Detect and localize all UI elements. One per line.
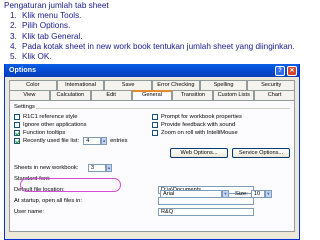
checkbox-box[interactable] <box>152 114 158 120</box>
username-row: User name: R&Q <box>14 206 290 217</box>
default-location-label: Default file location: <box>14 186 65 193</box>
username-label: User name: <box>14 208 44 215</box>
prompt-properties-checkbox[interactable]: Prompt for workbook properties <box>152 113 290 121</box>
standard-font-label: Standard font: <box>14 175 51 182</box>
instructions-heading: Pengaturan jumlah tab sheet <box>4 1 109 10</box>
recent-files-stepper[interactable]: 4 ▲ <box>83 137 108 145</box>
tab-error-checking[interactable]: Error Checking <box>152 80 200 90</box>
r1c1-checkbox[interactable]: R1C1 reference style <box>14 113 152 121</box>
tab-international[interactable]: International <box>56 80 105 90</box>
instructions: Pengaturan jumlah tab sheet 1. Klik menu … <box>4 1 320 62</box>
tab-spelling[interactable]: Spelling <box>199 80 248 90</box>
checkbox-box[interactable] <box>152 122 158 128</box>
recent-files-input[interactable]: 4 <box>83 137 102 145</box>
settings-left-column: R1C1 reference style Ignore other applic… <box>14 113 152 145</box>
chevron-down-icon[interactable]: ▼ <box>264 190 272 198</box>
tab-view[interactable]: View <box>9 90 50 100</box>
chevron-down-icon[interactable]: ▼ <box>222 190 229 198</box>
tab-security[interactable]: Security <box>247 80 296 90</box>
instruction-step: 2. Pilih Options. <box>10 21 71 31</box>
standard-font-select[interactable]: Arial ▼ <box>160 190 229 198</box>
recent-files-checkbox[interactable]: Recently used file list: 4 ▲ entries <box>14 137 152 145</box>
standard-font-value[interactable]: Arial <box>160 190 222 198</box>
checkbox-box-checked[interactable] <box>14 138 20 144</box>
settings-divider <box>36 108 290 109</box>
ignore-apps-checkbox[interactable]: Ignore other applications <box>14 121 152 129</box>
tab-color[interactable]: Color <box>9 80 57 90</box>
help-icon[interactable]: ? <box>275 65 285 76</box>
size-label: Size: <box>235 191 248 197</box>
size-select[interactable]: 10 ▼ <box>250 190 272 198</box>
function-tooltips-checkbox[interactable]: Function tooltips <box>14 129 152 137</box>
tab-chart[interactable]: Chart <box>254 90 296 100</box>
tab-custom-lists[interactable]: Custom Lists <box>213 90 255 100</box>
checkbox-box[interactable] <box>14 122 20 128</box>
close-icon[interactable]: ✕ <box>287 65 297 76</box>
options-buttons: Web Options... Service Options... <box>14 148 290 158</box>
sheets-input[interactable]: 3 <box>88 163 106 172</box>
checkbox-box-checked[interactable] <box>14 130 20 136</box>
username-input[interactable]: R&Q <box>158 207 254 216</box>
font-controls: Arial ▼ Size: 10 ▼ <box>160 190 272 198</box>
zoom-intellimouse-checkbox[interactable]: Zoom on roll with IntelliMouse <box>152 129 290 137</box>
instruction-step: 4. Pada kotak sheet in new work book tent… <box>10 41 295 51</box>
tab-edit[interactable]: Edit <box>90 90 132 100</box>
general-panel: Settings R1C1 reference style Ignore oth… <box>9 100 295 232</box>
tab-strip: Color International Save Error Checking … <box>5 77 299 100</box>
entries-label: entries <box>110 138 128 144</box>
instruction-step: 3. Klik tab General. <box>10 31 83 41</box>
dialog-titlebar[interactable]: Options ? ✕ <box>5 64 299 77</box>
sheets-stepper[interactable]: 3 ▲ <box>88 163 112 172</box>
checkbox-box[interactable] <box>152 130 158 136</box>
tab-row-2: View Calculation Edit General Transition… <box>9 90 296 100</box>
web-options-button[interactable]: Web Options... <box>170 148 228 158</box>
instruction-step: 5. Klik OK. <box>10 52 52 62</box>
tab-calculation[interactable]: Calculation <box>49 90 91 100</box>
service-options-button[interactable]: Service Options... <box>232 148 290 158</box>
options-dialog: Options ? ✕ Color International Save Err… <box>4 64 300 240</box>
tab-row-1: Color International Save Error Checking … <box>9 80 296 90</box>
settings-right-column: Prompt for workbook properties Provide f… <box>152 113 290 145</box>
tab-general[interactable]: General <box>131 90 173 100</box>
tab-transition[interactable]: Transition <box>172 90 214 100</box>
spin-icon[interactable]: ▲ <box>101 137 108 145</box>
instruction-steps: 1. Klik menu Tools. 2. Pilih Options. 3. Kl… <box>4 11 320 62</box>
settings-columns: R1C1 reference style Ignore other applic… <box>14 113 290 145</box>
startup-label: At startup, open all files in: <box>14 197 82 204</box>
standard-font-row: Standard font: <box>14 173 290 184</box>
size-value[interactable]: 10 <box>250 190 265 198</box>
tab-save[interactable]: Save <box>104 80 153 90</box>
instruction-step: 1. Klik menu Tools. <box>10 11 82 21</box>
feedback-sound-checkbox[interactable]: Provide feedback with sound <box>152 121 290 129</box>
sheets-label: Sheets in new workbook: <box>14 164 79 171</box>
dialog-title: Options <box>9 67 37 74</box>
spin-icon[interactable]: ▲ <box>106 163 112 172</box>
titlebar-buttons: ? ✕ <box>275 65 297 76</box>
sheets-row: Sheets in new workbook: 3 ▲ <box>14 162 290 173</box>
checkbox-box[interactable] <box>14 114 20 120</box>
settings-group-label: Settings <box>14 104 35 110</box>
